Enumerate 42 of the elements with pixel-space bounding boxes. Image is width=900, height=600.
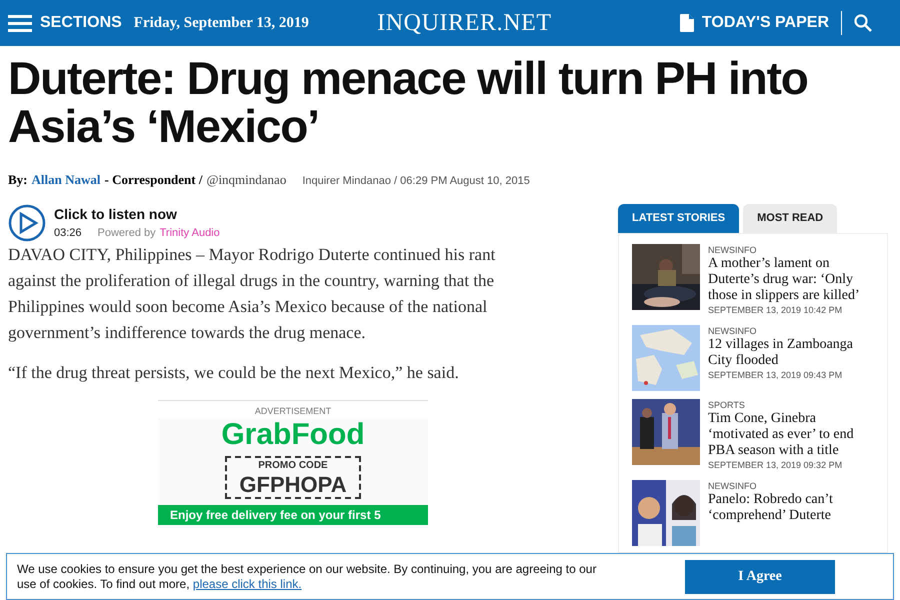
story-time: SEPTEMBER 13, 2019 09:32 PM (708, 458, 844, 472)
document-icon (680, 14, 694, 32)
agree-button[interactable]: I Agree (685, 560, 835, 594)
ad-offer-text: Enjoy free delivery fee on your first 5 (158, 505, 428, 525)
author-role: - Correspondent / (104, 171, 202, 189)
date-text: Friday, September 13, 2019 (134, 14, 309, 33)
story-category[interactable]: NEWSINFO (708, 480, 887, 492)
site-logo[interactable]: INQUIRER.NET (377, 5, 552, 41)
author-link[interactable]: Allan Nawal (32, 170, 100, 190)
menu-icon[interactable] (8, 14, 32, 32)
sidebar-tab[interactable]: LATEST STORIES (618, 204, 740, 232)
ad-brand-logo: GrabFood (221, 418, 365, 452)
provider-link[interactable]: Trinity Audio (160, 224, 220, 242)
author-handle: @inqmindanao (206, 171, 286, 189)
story-time: SEPTEMBER 13, 2019 09:43 PM (708, 368, 844, 382)
play-icon[interactable] (8, 204, 46, 242)
sidebar-tab[interactable]: MOST READ (743, 204, 838, 232)
listen-title[interactable]: Click to listen now (54, 204, 220, 225)
ad-banner[interactable]: GrabFood PROMO CODE GFPHOPA Enjoy free delivery fee on your first 5 (158, 418, 428, 525)
sections-link[interactable]: SECTIONS (40, 11, 122, 35)
story-time: SEPTEMBER 13, 2019 10:42 PM (708, 304, 844, 316)
article-source-date: Inquirer Mindanao / 06:29 PM August 10, 2015 (302, 174, 530, 189)
todays-paper-link[interactable]: TODAY'S PAPER (702, 11, 829, 35)
audio-duration: 03:26 (54, 226, 82, 241)
advertisement-label: ADVERTISEMENT (254, 404, 332, 418)
article-paragraph: DAVAO CITY, Philippines – Mayor Rodrigo Duterte continued his rant against the proliferation of illegal drugs in the country, warning that the Philippines would soon become Asia’s Mexico because of the national government’s indifference towards the drug menace. (8, 244, 496, 344)
promo-code: GFPHOPA (239, 473, 347, 497)
cookie-notice: We use cookies to ensure you get the best experience on our website. By continuing, you are agreeing to our use of cookies. To find out more, please click this link. (17, 562, 598, 592)
story-title[interactable]: Tim Cone, Ginebra ‘motivated as ever’ to end PBA season with a title (708, 410, 887, 458)
byline: By: (8, 171, 28, 189)
cookie-policy-link[interactable]: please click this link. (192, 576, 302, 590)
story-category[interactable]: NEWSINFO (708, 324, 887, 336)
story-title[interactable]: A mother’s lament on Duterte’s drug war: ‘Only those in slippers are killed’ (708, 256, 887, 304)
promo-code-label: PROMO CODE (258, 459, 328, 473)
article-paragraph: “If the drug threat persists, we could be the next Mexico,” he said. (8, 362, 460, 384)
story-category[interactable]: NEWSINFO (708, 244, 887, 256)
story-category[interactable]: SPORTS (708, 398, 887, 410)
article-headline: Duterte: Drug menace will turn PH into Asia’s ‘Mexico’ (8, 54, 809, 150)
story-title[interactable]: 12 villages in Zamboanga City flooded (708, 336, 887, 368)
story-title[interactable]: Panelo: Robredo can’t ‘comprehend’ Duterte (708, 492, 887, 524)
search-icon[interactable] (854, 14, 872, 32)
powered-by-text: Powered by (98, 226, 156, 241)
